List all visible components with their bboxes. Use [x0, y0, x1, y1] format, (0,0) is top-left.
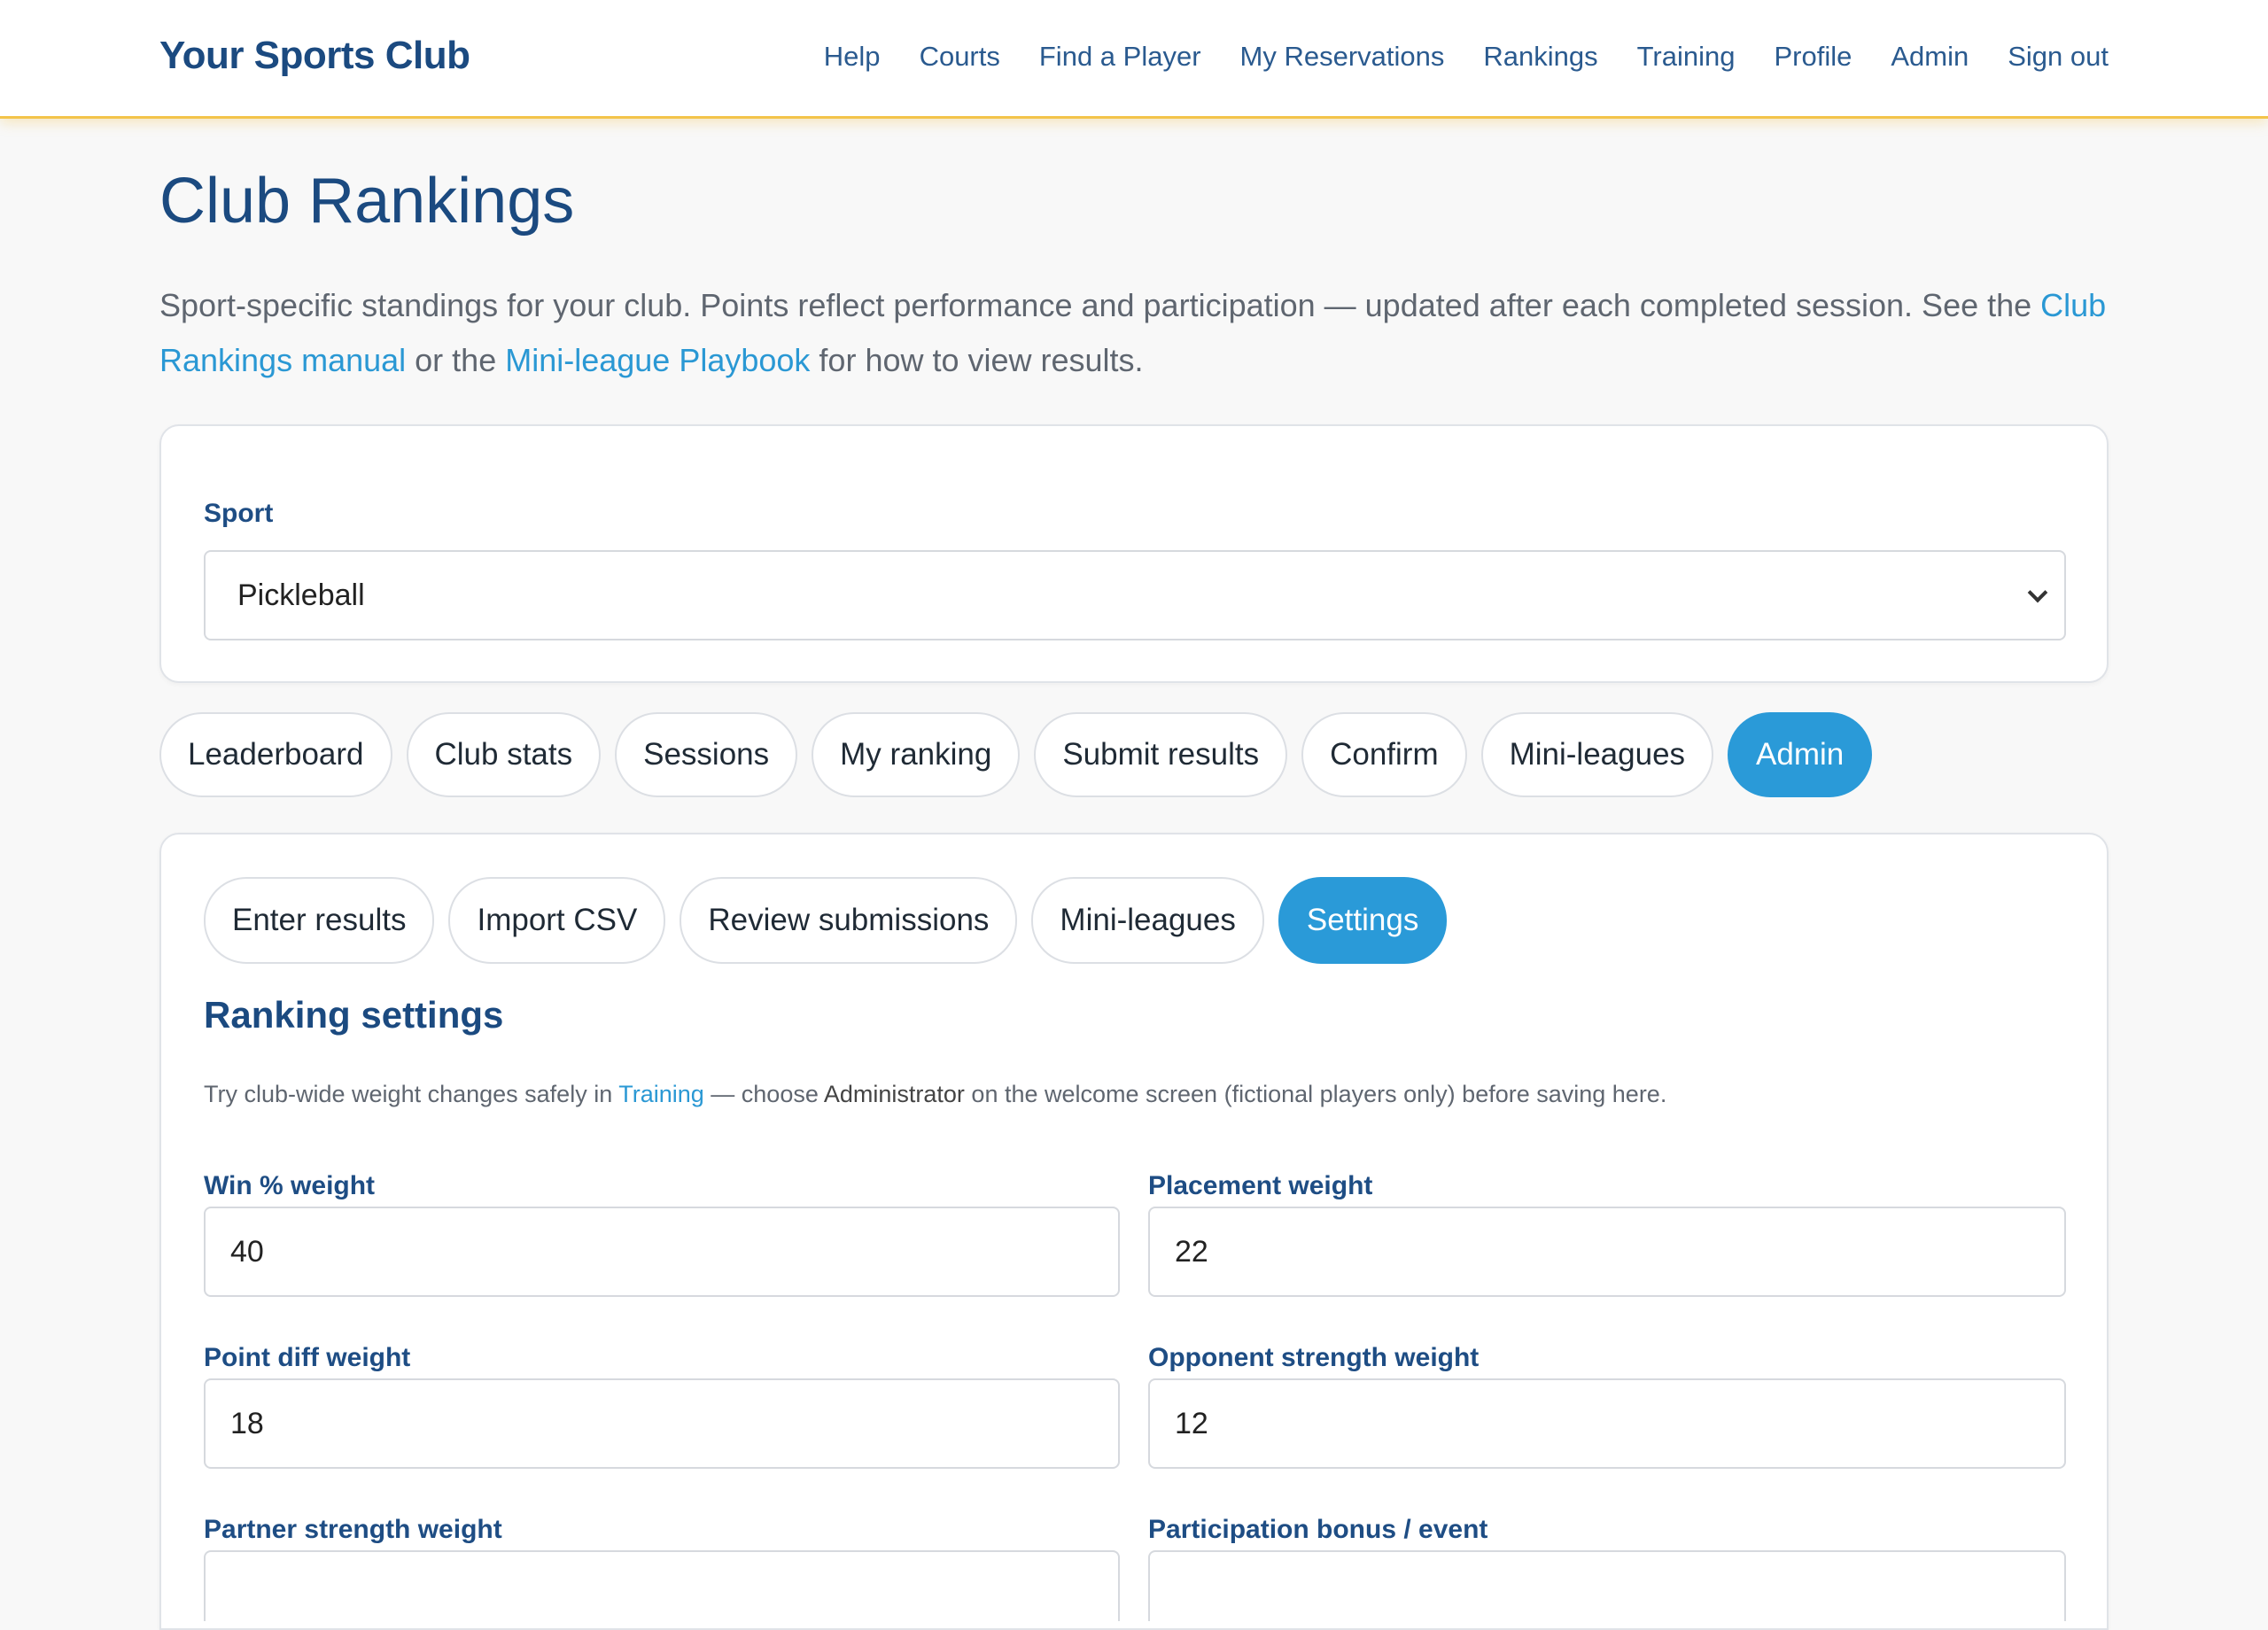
- participation-bonus-input[interactable]: [1148, 1550, 2066, 1621]
- tab-admin[interactable]: Admin: [1728, 712, 1873, 797]
- opponent-strength-weight-label: Opponent strength weight: [1148, 1343, 1480, 1372]
- sport-card: Sport Pickleball: [159, 424, 2109, 683]
- tab-admin-mini-leagues[interactable]: Mini-leagues: [1031, 877, 1264, 964]
- intro-part: or the: [406, 342, 506, 378]
- admin-tabs: Enter results Import CSV Review submissi…: [204, 877, 1461, 964]
- tab-confirm[interactable]: Confirm: [1301, 712, 1467, 797]
- nav-find-a-player[interactable]: Find a Player: [1039, 41, 1201, 73]
- intro-part: Sport-specific standings for your club. …: [159, 287, 2041, 323]
- nav-courts[interactable]: Courts: [920, 41, 1000, 73]
- brand-logo[interactable]: Your Sports Club: [159, 34, 470, 78]
- point-diff-weight-input[interactable]: 18: [204, 1378, 1120, 1469]
- nav-rankings[interactable]: Rankings: [1483, 41, 1597, 73]
- placement-weight-input[interactable]: 22: [1148, 1207, 2066, 1297]
- point-diff-weight-label: Point diff weight: [204, 1343, 411, 1372]
- tab-mini-leagues[interactable]: Mini-leagues: [1480, 712, 1714, 797]
- win-weight-input[interactable]: 40: [204, 1207, 1120, 1297]
- sport-label: Sport: [204, 499, 274, 528]
- nav-admin[interactable]: Admin: [1891, 41, 1969, 73]
- settings-hint: Try club-wide weight changes safely in T…: [204, 1081, 1666, 1108]
- partner-strength-weight-label: Partner strength weight: [204, 1515, 502, 1544]
- placement-weight-label: Placement weight: [1148, 1171, 1373, 1200]
- tab-submit-results[interactable]: Submit results: [1034, 712, 1288, 797]
- tab-import-csv[interactable]: Import CSV: [448, 877, 666, 964]
- sport-selected-value: Pickleball: [237, 578, 365, 612]
- administrator-text: Administrator: [823, 1081, 965, 1107]
- nav-training[interactable]: Training: [1637, 41, 1736, 73]
- hint-part: on the welcome screen (fictional players…: [964, 1081, 1667, 1107]
- tab-review-submissions[interactable]: Review submissions: [680, 877, 1018, 964]
- tab-leaderboard[interactable]: Leaderboard: [159, 712, 392, 797]
- nav-profile[interactable]: Profile: [1774, 41, 1852, 73]
- admin-card: Enter results Import CSV Review submissi…: [159, 833, 2109, 1630]
- mini-league-playbook-link[interactable]: Mini-league Playbook: [505, 342, 810, 378]
- main-nav: Help Courts Find a Player My Reservation…: [785, 41, 2109, 73]
- hint-part: Try club-wide weight changes safely in: [204, 1081, 619, 1107]
- top-navbar: Your Sports Club Help Courts Find a Play…: [0, 0, 2268, 119]
- tab-my-ranking[interactable]: My ranking: [812, 712, 1021, 797]
- intro-part: for how to view results.: [810, 342, 1144, 378]
- partner-strength-weight-input[interactable]: [204, 1550, 1120, 1621]
- training-link[interactable]: Training: [618, 1081, 704, 1107]
- participation-bonus-label: Participation bonus / event: [1148, 1515, 1488, 1544]
- tab-sessions[interactable]: Sessions: [615, 712, 798, 797]
- opponent-strength-weight-input[interactable]: 12: [1148, 1378, 2066, 1469]
- hint-part: — choose: [703, 1081, 824, 1107]
- sport-select[interactable]: Pickleball: [204, 550, 2066, 640]
- tab-settings[interactable]: Settings: [1278, 877, 1448, 964]
- win-weight-label: Win % weight: [204, 1171, 376, 1200]
- nav-my-reservations[interactable]: My Reservations: [1240, 41, 1445, 73]
- ranking-tabs: Leaderboard Club stats Sessions My ranki…: [159, 712, 1886, 797]
- intro-text: Sport-specific standings for your club. …: [159, 278, 2109, 388]
- page-title: Club Rankings: [159, 166, 575, 237]
- nav-sign-out[interactable]: Sign out: [2008, 41, 2109, 73]
- tab-club-stats[interactable]: Club stats: [406, 712, 602, 797]
- ranking-settings-title: Ranking settings: [204, 994, 504, 1036]
- nav-help[interactable]: Help: [824, 41, 881, 73]
- chevron-down-icon: [2027, 582, 2048, 603]
- tab-enter-results[interactable]: Enter results: [204, 877, 435, 964]
